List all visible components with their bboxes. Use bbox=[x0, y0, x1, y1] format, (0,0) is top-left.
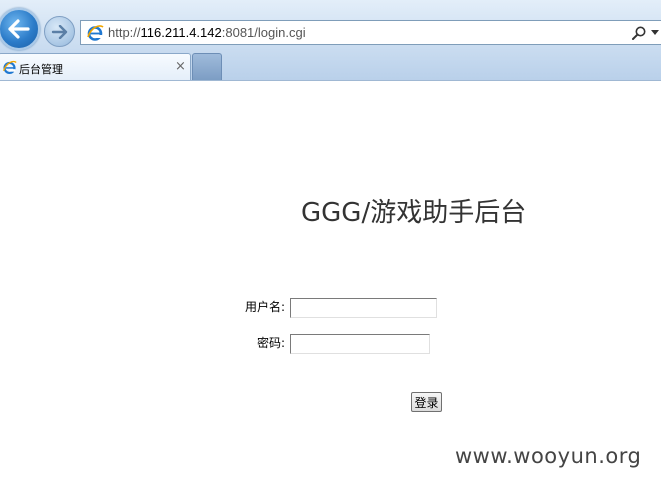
chevron-down-icon[interactable] bbox=[651, 30, 659, 36]
login-button[interactable]: 登录 bbox=[411, 392, 442, 412]
close-icon[interactable]: × bbox=[175, 59, 186, 74]
browser-toolbar: http://116.211.4.142:8081/login.cgi bbox=[0, 0, 661, 50]
username-field[interactable] bbox=[290, 298, 437, 318]
forward-arrow-icon bbox=[51, 24, 67, 39]
username-label: 用户名: bbox=[244, 300, 285, 314]
url-path: :8081/login.cgi bbox=[221, 25, 306, 40]
forward-button[interactable] bbox=[44, 16, 75, 47]
url-prefix: http:// bbox=[108, 25, 141, 40]
tab-strip: 后台管理 × bbox=[0, 50, 661, 81]
watermark: www.wooyun.org bbox=[455, 444, 642, 468]
tab-admin[interactable]: 后台管理 × bbox=[0, 53, 191, 81]
search-icon[interactable] bbox=[631, 25, 647, 41]
new-tab-button[interactable] bbox=[192, 53, 222, 81]
url-text[interactable]: http://116.211.4.142:8081/login.cgi bbox=[108, 25, 306, 40]
chrome-divider bbox=[0, 80, 661, 81]
browser-chrome: http://116.211.4.142:8081/login.cgi 后台管理… bbox=[0, 0, 661, 81]
url-host: 116.211.4.142 bbox=[140, 25, 222, 40]
page-title: GGG/游戏助手后台 bbox=[301, 198, 527, 228]
ie-logo-icon bbox=[3, 60, 17, 74]
back-button[interactable] bbox=[0, 8, 40, 50]
back-arrow-icon bbox=[8, 19, 30, 39]
tab-title: 后台管理 bbox=[19, 63, 63, 76]
password-field[interactable] bbox=[290, 334, 430, 354]
address-bar[interactable]: http://116.211.4.142:8081/login.cgi bbox=[80, 20, 661, 45]
ie-logo-icon bbox=[87, 25, 104, 41]
password-label: 密码: bbox=[256, 336, 285, 350]
